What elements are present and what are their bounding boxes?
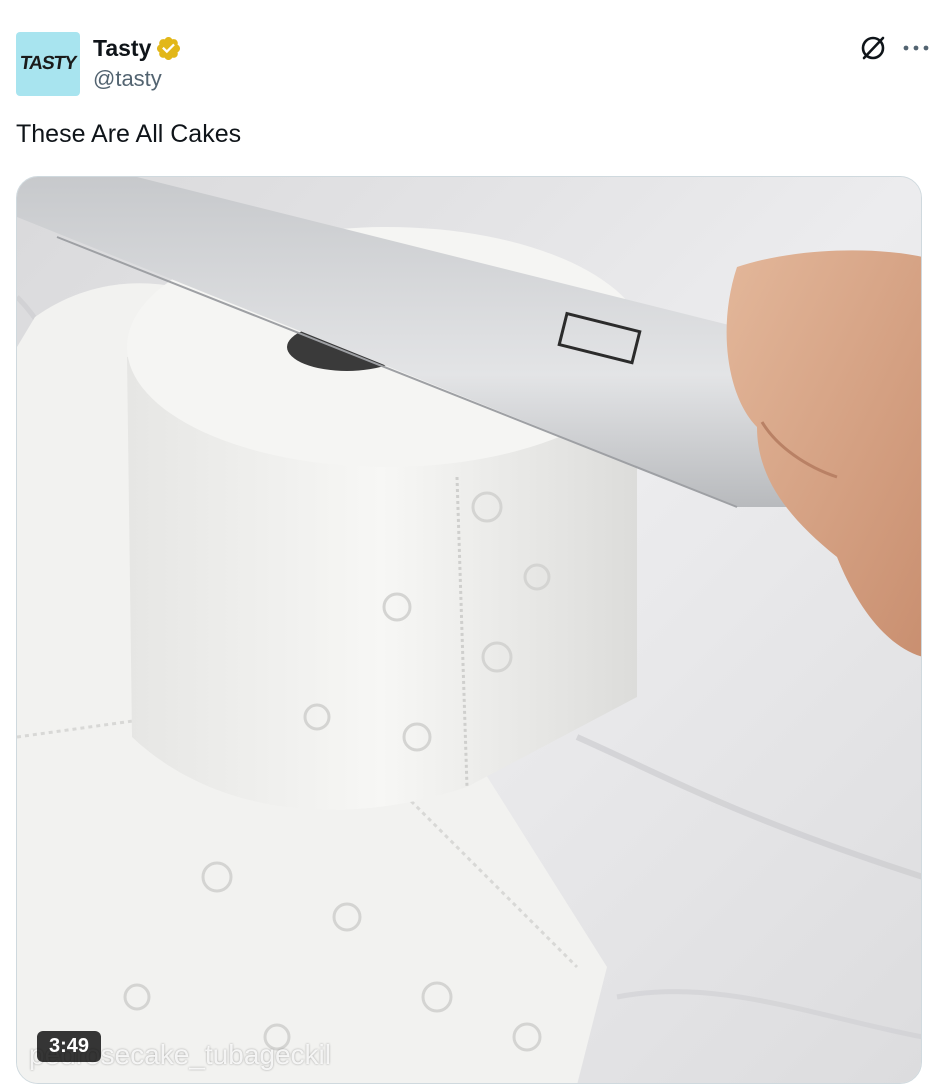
tweet-text: These Are All Cakes: [16, 120, 242, 148]
verified-badge-icon[interactable]: [155, 35, 182, 62]
header-actions: [858, 32, 930, 64]
video-player[interactable]: pedrosecake_tubageckil 3:49: [16, 176, 922, 1084]
tweet-card: TASTY Tasty @tasty These Are All Cakes p…: [0, 0, 946, 1092]
avatar[interactable]: TASTY: [16, 32, 80, 96]
video-frame: [17, 177, 921, 1083]
author-names: Tasty @tasty: [93, 32, 182, 92]
grok-icon[interactable]: [858, 33, 888, 63]
handle[interactable]: @tasty: [93, 66, 182, 92]
tweet-header: TASTY Tasty @tasty: [16, 32, 930, 96]
video-duration-badge: 3:49: [37, 1031, 102, 1062]
name-row: Tasty: [93, 32, 182, 64]
display-name[interactable]: Tasty: [93, 35, 151, 62]
more-icon[interactable]: [902, 33, 930, 63]
avatar-logo-text: TASTY: [18, 53, 78, 74]
